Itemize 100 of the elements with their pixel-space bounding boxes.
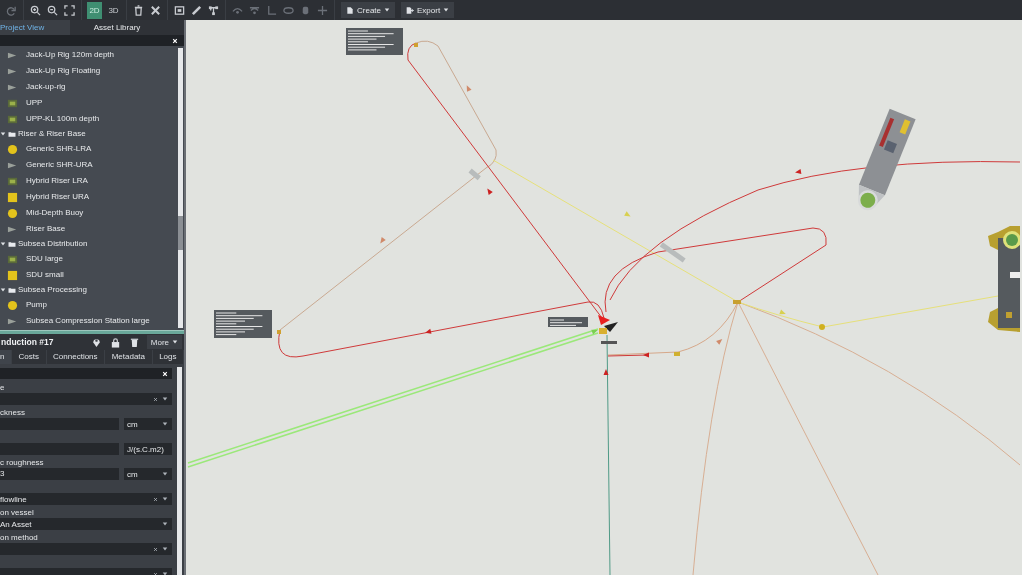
barrel-icon[interactable] xyxy=(300,4,311,16)
dropdown[interactable]: flowline xyxy=(0,493,172,505)
export-icon[interactable] xyxy=(406,5,414,15)
panel-tab[interactable]: n xyxy=(0,350,12,364)
unit-dropdown[interactable]: cm xyxy=(124,468,172,480)
library-item[interactable]: Generic SHR-LRA xyxy=(0,141,178,157)
asset-icon[interactable] xyxy=(7,113,18,125)
loop-icon[interactable] xyxy=(283,4,294,16)
panel-tab[interactable]: Connections xyxy=(46,350,106,364)
field-label: e xyxy=(0,382,6,393)
pipeline[interactable] xyxy=(609,161,1020,301)
splitter-handle[interactable] xyxy=(0,330,184,334)
input-field[interactable]: 3 xyxy=(0,468,119,480)
library-item[interactable]: Hybrid Riser URA xyxy=(0,189,178,205)
scrollbar[interactable] xyxy=(177,367,182,575)
library-item[interactable]: Jack-Up Rig Floating xyxy=(0,63,178,79)
tree-folder[interactable]: Subsea Distribution xyxy=(0,237,178,251)
pipeline[interactable] xyxy=(606,334,611,575)
move-icon[interactable] xyxy=(317,4,328,16)
trash-icon[interactable] xyxy=(128,336,140,348)
dropdown-arrow-icon[interactable] xyxy=(162,546,168,552)
ruler-icon[interactable] xyxy=(191,4,202,16)
field-label: on method xyxy=(0,532,39,543)
flow-arrow-icon xyxy=(466,85,472,92)
caret-icon[interactable] xyxy=(384,7,390,13)
asset-icon[interactable] xyxy=(7,269,18,281)
close-icon[interactable] xyxy=(162,370,168,377)
library-item[interactable]: Generic SHR-URA xyxy=(0,157,178,173)
zoom-out-icon[interactable] xyxy=(47,4,58,16)
scrollbar[interactable] xyxy=(178,48,183,328)
more-button[interactable]: More xyxy=(146,335,182,349)
input-field[interactable] xyxy=(0,418,119,430)
expand-arrow-icon[interactable] xyxy=(0,287,6,293)
dropdown-arrow-icon[interactable] xyxy=(162,496,168,502)
lock-icon[interactable] xyxy=(109,336,121,348)
dropdown-arrow-icon[interactable] xyxy=(162,421,168,427)
menu-button[interactable]: Export xyxy=(401,2,455,18)
folder-icon[interactable] xyxy=(8,130,16,138)
clear-icon[interactable] xyxy=(153,571,158,575)
library-item[interactable]: Pump xyxy=(0,297,178,313)
expand-arrow-icon[interactable] xyxy=(0,131,6,137)
library-item[interactable]: SDU small xyxy=(0,267,178,283)
fit-screen-icon[interactable] xyxy=(64,4,75,16)
library-item[interactable]: Hybrid Riser LRA xyxy=(0,173,178,189)
clear-icon[interactable] xyxy=(153,496,158,502)
layers-icon[interactable] xyxy=(249,4,260,16)
asset-icon[interactable] xyxy=(7,207,18,219)
library-item[interactable]: Riser Base xyxy=(0,221,178,237)
dropdown-arrow-icon[interactable] xyxy=(162,521,168,527)
dropdown-arrow-icon[interactable] xyxy=(162,471,168,477)
asset-icon[interactable] xyxy=(7,191,18,203)
node-icon xyxy=(414,43,418,47)
asset-icon[interactable] xyxy=(7,97,18,109)
network-icon[interactable] xyxy=(208,4,219,16)
pipeline[interactable] xyxy=(278,301,605,358)
close-icon[interactable] xyxy=(172,37,178,44)
folder-icon[interactable] xyxy=(8,240,16,248)
panel-tab[interactable]: Costs xyxy=(12,350,47,364)
document-icon[interactable] xyxy=(346,5,354,15)
asset-icon[interactable] xyxy=(7,143,18,155)
zoom-in-icon[interactable] xyxy=(30,4,41,16)
redo-icon[interactable] xyxy=(6,4,17,16)
clear-icon[interactable] xyxy=(153,396,158,402)
field-label: c roughness xyxy=(0,457,45,468)
library-item[interactable]: UPP xyxy=(0,95,178,111)
field-label: ckness xyxy=(0,407,26,418)
menu-button[interactable]: Create xyxy=(341,2,395,18)
asset-icon[interactable] xyxy=(7,175,18,187)
expand-arrow-icon[interactable] xyxy=(0,241,6,247)
axis-icon[interactable] xyxy=(266,4,277,16)
panel-tab[interactable]: Logs xyxy=(152,350,184,364)
asset-icon[interactable] xyxy=(7,253,18,265)
folder-icon[interactable] xyxy=(8,286,16,294)
clear-icon[interactable] xyxy=(153,546,158,552)
asset-icon[interactable] xyxy=(7,299,18,311)
unit-dropdown[interactable]: cm xyxy=(124,418,172,430)
filter-field[interactable] xyxy=(0,368,172,379)
trash-icon[interactable] xyxy=(133,4,144,16)
frame-icon[interactable] xyxy=(174,4,185,16)
input-field[interactable] xyxy=(0,443,119,455)
library-item[interactable]: Subsea Compression Station large xyxy=(0,313,178,329)
tree-folder[interactable]: Subsea Processing xyxy=(0,283,178,297)
node-icon xyxy=(674,352,680,356)
dropdown[interactable]: An Asset xyxy=(0,518,172,530)
panel-tab[interactable]: Metadata xyxy=(105,350,153,364)
panel-tab[interactable]: Project View xyxy=(0,20,70,35)
flow-arrow-icon xyxy=(591,329,598,335)
library-item[interactable]: SDU large xyxy=(0,251,178,267)
caret-icon[interactable] xyxy=(172,339,178,345)
caret-icon[interactable] xyxy=(443,7,450,13)
tree-folder[interactable]: Riser & Riser Base xyxy=(0,127,178,141)
node-icon xyxy=(819,324,825,330)
dropdown-arrow-icon[interactable] xyxy=(162,396,168,402)
pin-icon[interactable] xyxy=(90,336,102,348)
library-item[interactable]: Mid-Depth Buoy xyxy=(0,205,178,221)
flow-arrow-icon xyxy=(795,169,802,174)
library-item[interactable]: Jack-up-rig xyxy=(0,79,178,95)
library-item[interactable]: Jack-Up Rig 120m depth xyxy=(0,47,178,63)
library-item[interactable]: UPP-KL 100m depth xyxy=(0,111,178,127)
unit-dropdown[interactable]: J/(s.C.m2) xyxy=(124,443,172,455)
